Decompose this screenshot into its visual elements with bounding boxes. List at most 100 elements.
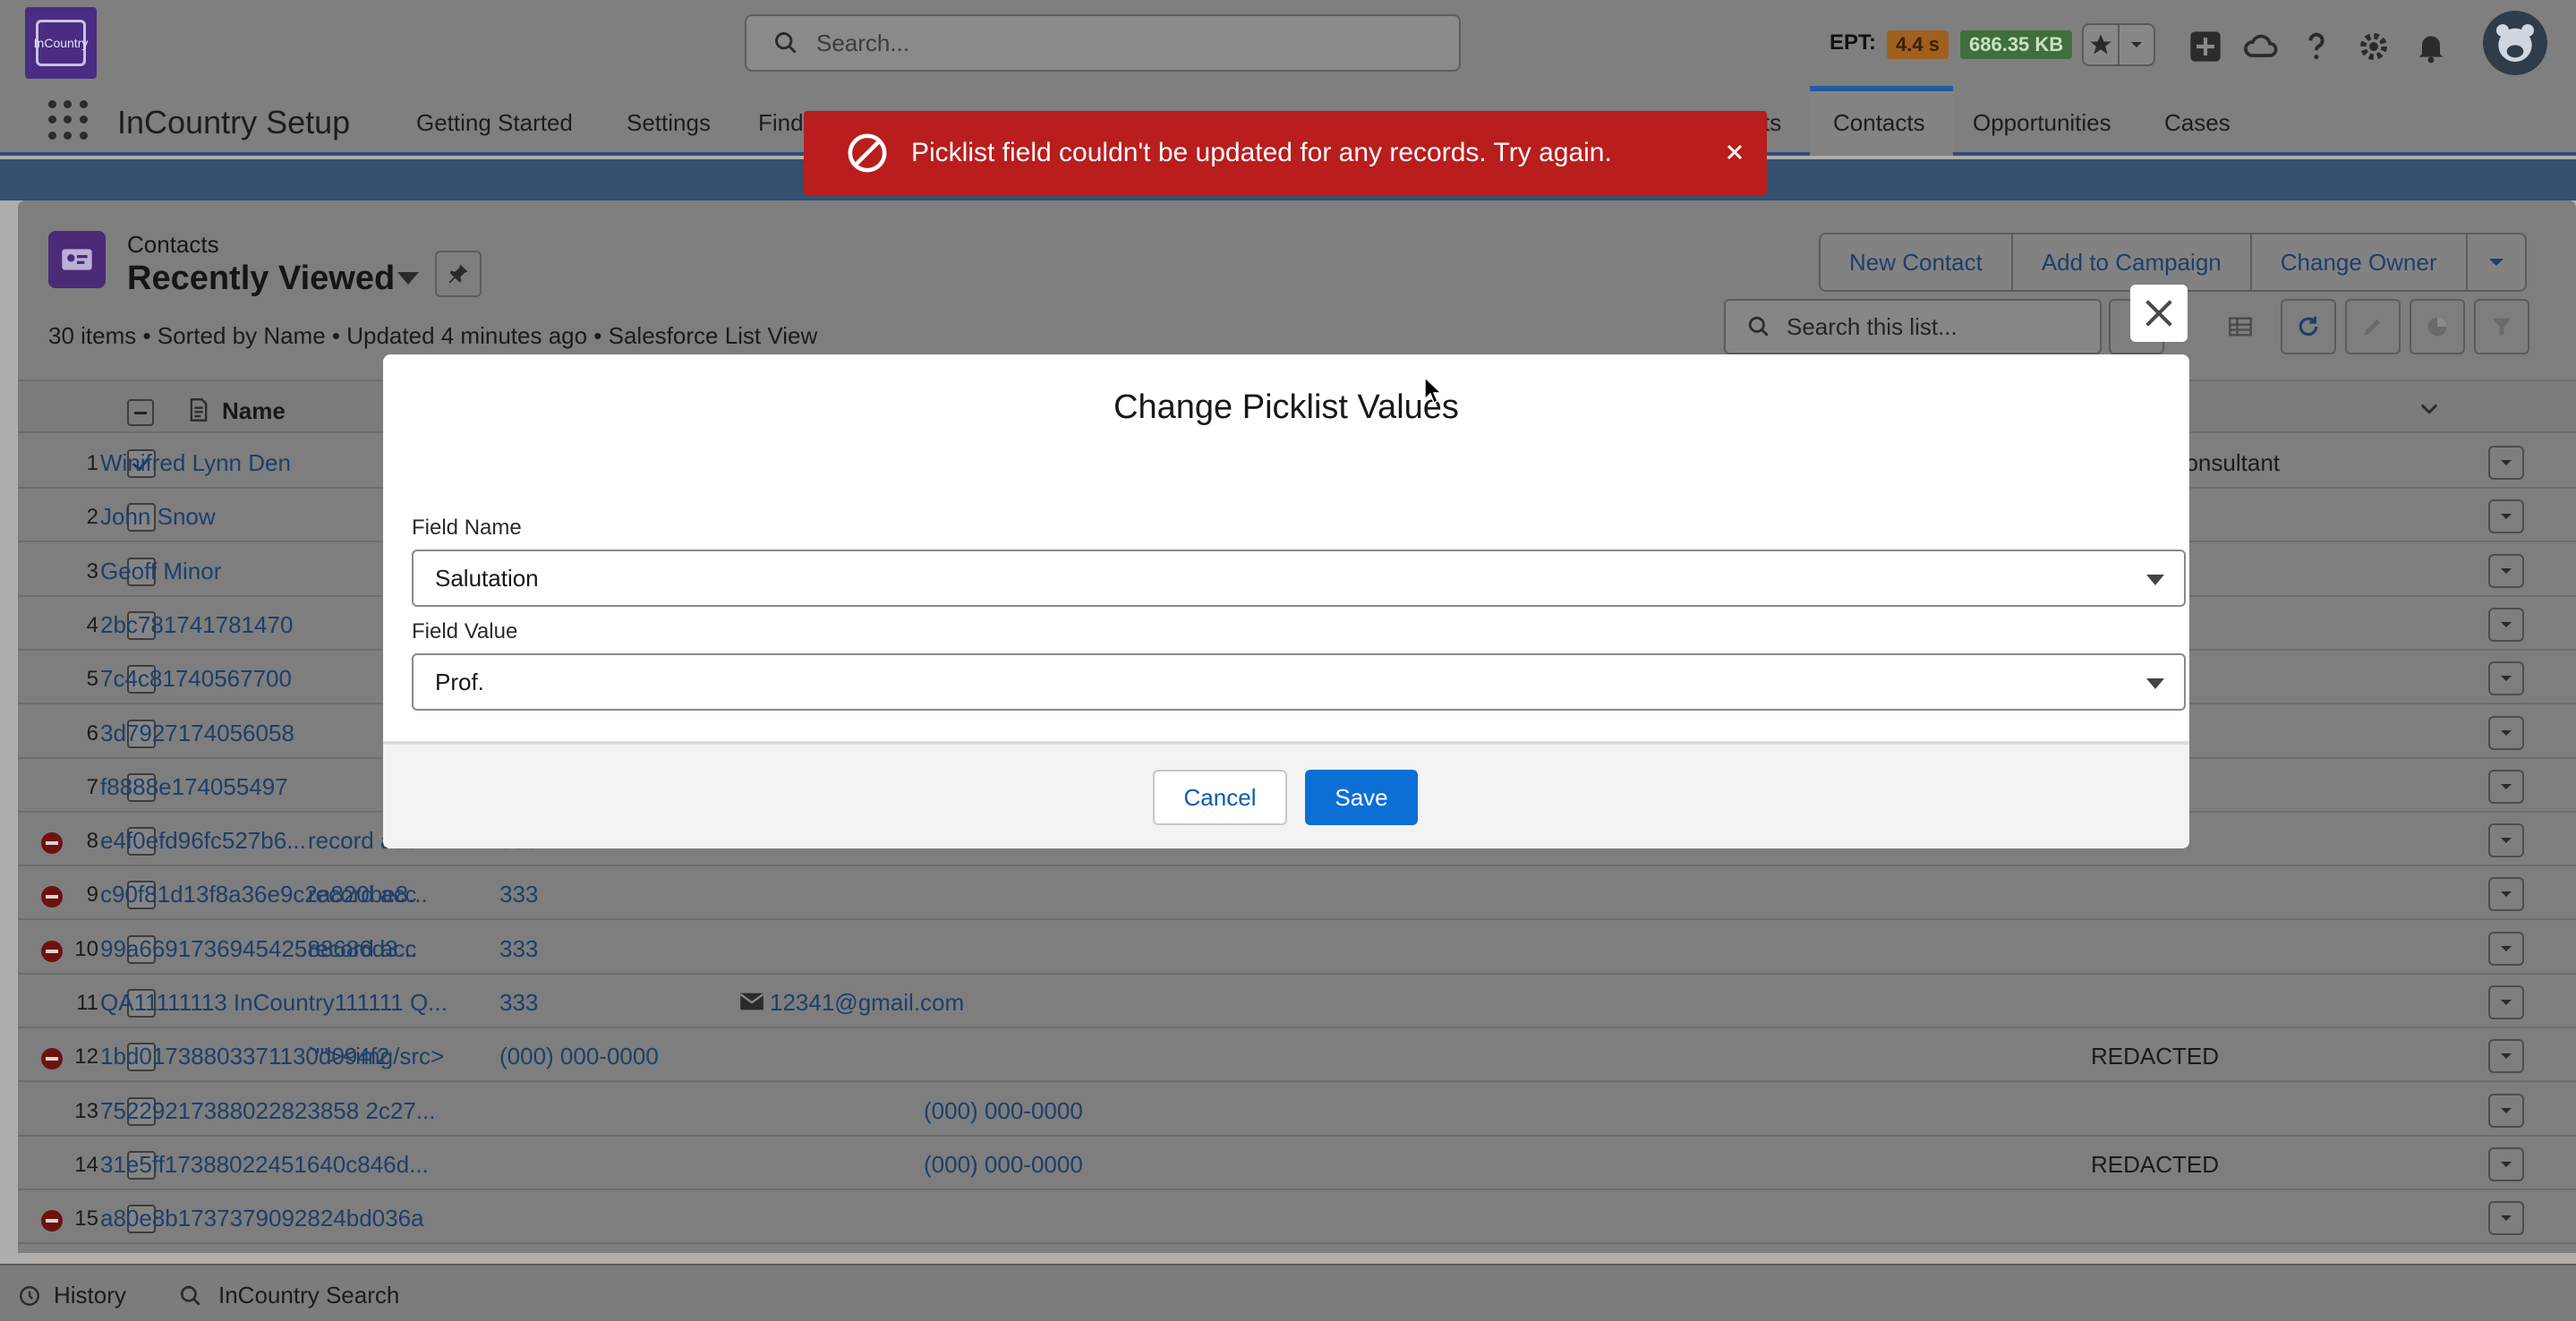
row-number: 7 [86, 774, 98, 799]
filter-icon [2492, 318, 2512, 337]
refresh-button[interactable] [2281, 299, 2336, 354]
incountry-search-utility[interactable]: InCountry Search [179, 1282, 399, 1309]
account-name-link[interactable]: record acc [308, 881, 416, 908]
help-button[interactable] [2295, 25, 2338, 68]
mobile-link[interactable]: (000) 000-0000 [924, 1151, 1083, 1179]
more-actions-button[interactable] [2468, 234, 2525, 290]
row-actions-button[interactable] [2488, 769, 2524, 804]
row-number: 12 [74, 1044, 98, 1070]
row-actions-button[interactable] [2488, 877, 2524, 912]
inline-edit-button[interactable] [2345, 299, 2401, 354]
title-cell: REDACTED [2091, 1043, 2220, 1070]
global-search-placeholder: Search... [816, 29, 910, 56]
add-to-campaign-button[interactable]: Add to Campaign [2013, 234, 2252, 290]
account-name-link[interactable]: `'"><img/src> [308, 1043, 444, 1070]
star-icon [2090, 34, 2111, 55]
nav-item-cases[interactable]: Cases [2164, 109, 2231, 137]
row-actions-button[interactable] [2488, 715, 2524, 750]
toast-close-button[interactable] [1719, 136, 1751, 168]
setup-button[interactable] [2352, 25, 2395, 68]
row-number: 10 [74, 936, 98, 961]
field-value-select[interactable]: Prof. [412, 653, 2186, 711]
nav-item-settings[interactable]: Settings [627, 109, 711, 137]
column-header-name[interactable]: Name [222, 397, 286, 425]
save-button[interactable]: Save [1305, 770, 1418, 825]
row-actions-button[interactable] [2488, 1146, 2524, 1181]
row-actions-button[interactable] [2488, 607, 2524, 642]
phone-link[interactable]: 333 [499, 881, 538, 908]
logo-text: InCountry [34, 20, 88, 66]
row-actions-button[interactable] [2488, 1093, 2524, 1128]
utility-bar: History InCountry Search [0, 1264, 2576, 1321]
charts-button[interactable] [2410, 299, 2465, 354]
contact-name-link[interactable]: John Snow [100, 503, 216, 531]
trailhead-button[interactable] [2239, 25, 2282, 68]
row-actions-button[interactable] [2488, 931, 2524, 966]
table-row: 12 1bd01738803371130d094f2 `'"><img/src> (0… [18, 1028, 2576, 1083]
contact-name-link[interactable]: a80e8b1737379092824bd036a [100, 1205, 424, 1232]
row-actions-button[interactable] [2488, 661, 2524, 696]
list-view-picker-chevron-icon[interactable] [397, 272, 419, 285]
favorites-group [2082, 23, 2155, 66]
app-logo[interactable]: InCountry [25, 7, 97, 79]
row-actions-button[interactable] [2488, 823, 2524, 858]
contact-name-link[interactable]: Winifred Lynn Den [100, 449, 291, 477]
pin-list-button[interactable] [435, 251, 482, 297]
nav-item-contacts[interactable]: Contacts [1833, 109, 1925, 137]
field-name-select[interactable]: Salutation [412, 550, 2186, 607]
close-icon [1727, 144, 1743, 160]
contact-name-link[interactable]: f8888e174055497 [100, 773, 288, 801]
row-actions-button[interactable] [2488, 553, 2524, 588]
select-all-checkbox[interactable] [127, 399, 154, 426]
change-picklist-modal: Change Picklist Values Field Name Saluta… [383, 354, 2189, 848]
row-actions-button[interactable] [2488, 1201, 2524, 1236]
pin-icon [448, 264, 468, 284]
row-actions-button[interactable] [2488, 985, 2524, 1019]
row-number: 6 [86, 720, 98, 746]
modal-close-button[interactable] [2130, 285, 2188, 342]
contact-name-link[interactable]: Geoff Minor [100, 558, 221, 585]
column-chevron-down-icon[interactable] [2417, 396, 2442, 421]
list-search-input[interactable]: Search this list... [1724, 299, 2102, 354]
contact-name-link[interactable]: QA11111113 InCountry111111 Q... [100, 989, 448, 1017]
row-actions-button[interactable] [2488, 1039, 2524, 1074]
chevron-down-icon [2501, 1107, 2512, 1113]
change-owner-button[interactable]: Change Owner [2252, 234, 2468, 290]
email-link[interactable]: 12341@gmail.com [770, 989, 964, 1017]
history-utility[interactable]: History [18, 1282, 126, 1309]
contact-name-link[interactable]: e4f0efd96fc527b6... [100, 827, 306, 855]
row-actions-button[interactable] [2488, 446, 2524, 480]
user-avatar[interactable] [2483, 11, 2547, 75]
filter-button[interactable] [2474, 299, 2529, 354]
mouse-cursor-icon [1424, 376, 1443, 405]
display-as-table-button[interactable] [2213, 299, 2268, 354]
phone-link[interactable]: 333 [499, 989, 538, 1017]
contact-name-link[interactable]: 75229217388022823858 2c27... [100, 1097, 435, 1125]
global-header: InCountry Search... EPT: 4.4 s 686.35 KB [0, 0, 2576, 86]
row-number: 9 [86, 882, 98, 908]
notifications-button[interactable] [2410, 25, 2452, 68]
contact-name-link[interactable]: 31e5ff17388022451640c846d... [100, 1151, 429, 1179]
new-contact-button[interactable]: New Contact [1821, 234, 2013, 290]
field-name-value: Salutation [435, 564, 539, 592]
nav-item-find[interactable]: Find [758, 109, 804, 137]
app-launcher-icon[interactable] [48, 100, 88, 140]
cancel-button[interactable]: Cancel [1153, 770, 1287, 825]
phone-link[interactable]: 333 [499, 935, 538, 963]
account-name-link[interactable]: record acc [308, 935, 416, 963]
row-number: 1 [86, 451, 98, 475]
favorites-menu-button[interactable] [2120, 25, 2154, 64]
cloud-icon [2244, 34, 2278, 57]
contact-name-link[interactable]: 7c4c81740567700 [100, 665, 292, 693]
list-view-title[interactable]: Recently Viewed [127, 260, 395, 298]
contact-name-link[interactable]: 3d7927174056058 [100, 720, 294, 747]
row-actions-button[interactable] [2488, 499, 2524, 534]
mobile-link[interactable]: (000) 000-0000 [924, 1097, 1083, 1125]
nav-item-opportunities[interactable]: Opportunities [1973, 109, 2111, 137]
global-actions-button[interactable] [2184, 25, 2227, 68]
favorites-star-button[interactable] [2084, 25, 2120, 64]
nav-item-getting-started[interactable]: Getting Started [416, 109, 573, 137]
phone-link[interactable]: (000) 000-0000 [499, 1043, 659, 1070]
global-search-input[interactable]: Search... [745, 14, 1461, 72]
contact-name-link[interactable]: 2bc781741781470 [100, 611, 293, 639]
